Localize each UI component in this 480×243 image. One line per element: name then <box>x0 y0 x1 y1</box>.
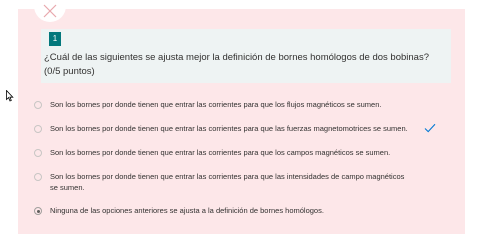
question-number-badge: 1 <box>49 32 61 46</box>
radio-button[interactable] <box>34 149 42 157</box>
answer-option-text: Son los bornes por donde tienen que entr… <box>50 124 408 133</box>
radio-button[interactable] <box>34 101 42 109</box>
radio-button[interactable] <box>34 125 42 133</box>
question-points: (0/5 puntos) <box>44 66 95 77</box>
answer-option-text: Son los bornes por donde tienen que entr… <box>50 148 391 157</box>
answer-option-text: Ninguna de las opciones anteriores se aj… <box>50 206 324 215</box>
answer-option-text: se sumen. <box>50 183 85 192</box>
close-x-icon <box>43 4 57 18</box>
radio-button[interactable] <box>34 173 42 181</box>
answer-option-text: Son los bornes por donde tienen que entr… <box>50 172 405 181</box>
answer-option-text: Son los bornes por donde tienen que entr… <box>50 100 382 109</box>
checkmark-icon <box>424 123 436 133</box>
radio-button-selected[interactable] <box>34 207 42 215</box>
mouse-cursor-icon <box>6 90 14 102</box>
question-title: ¿Cuál de las siguientes se ajusta mejor … <box>44 52 429 63</box>
